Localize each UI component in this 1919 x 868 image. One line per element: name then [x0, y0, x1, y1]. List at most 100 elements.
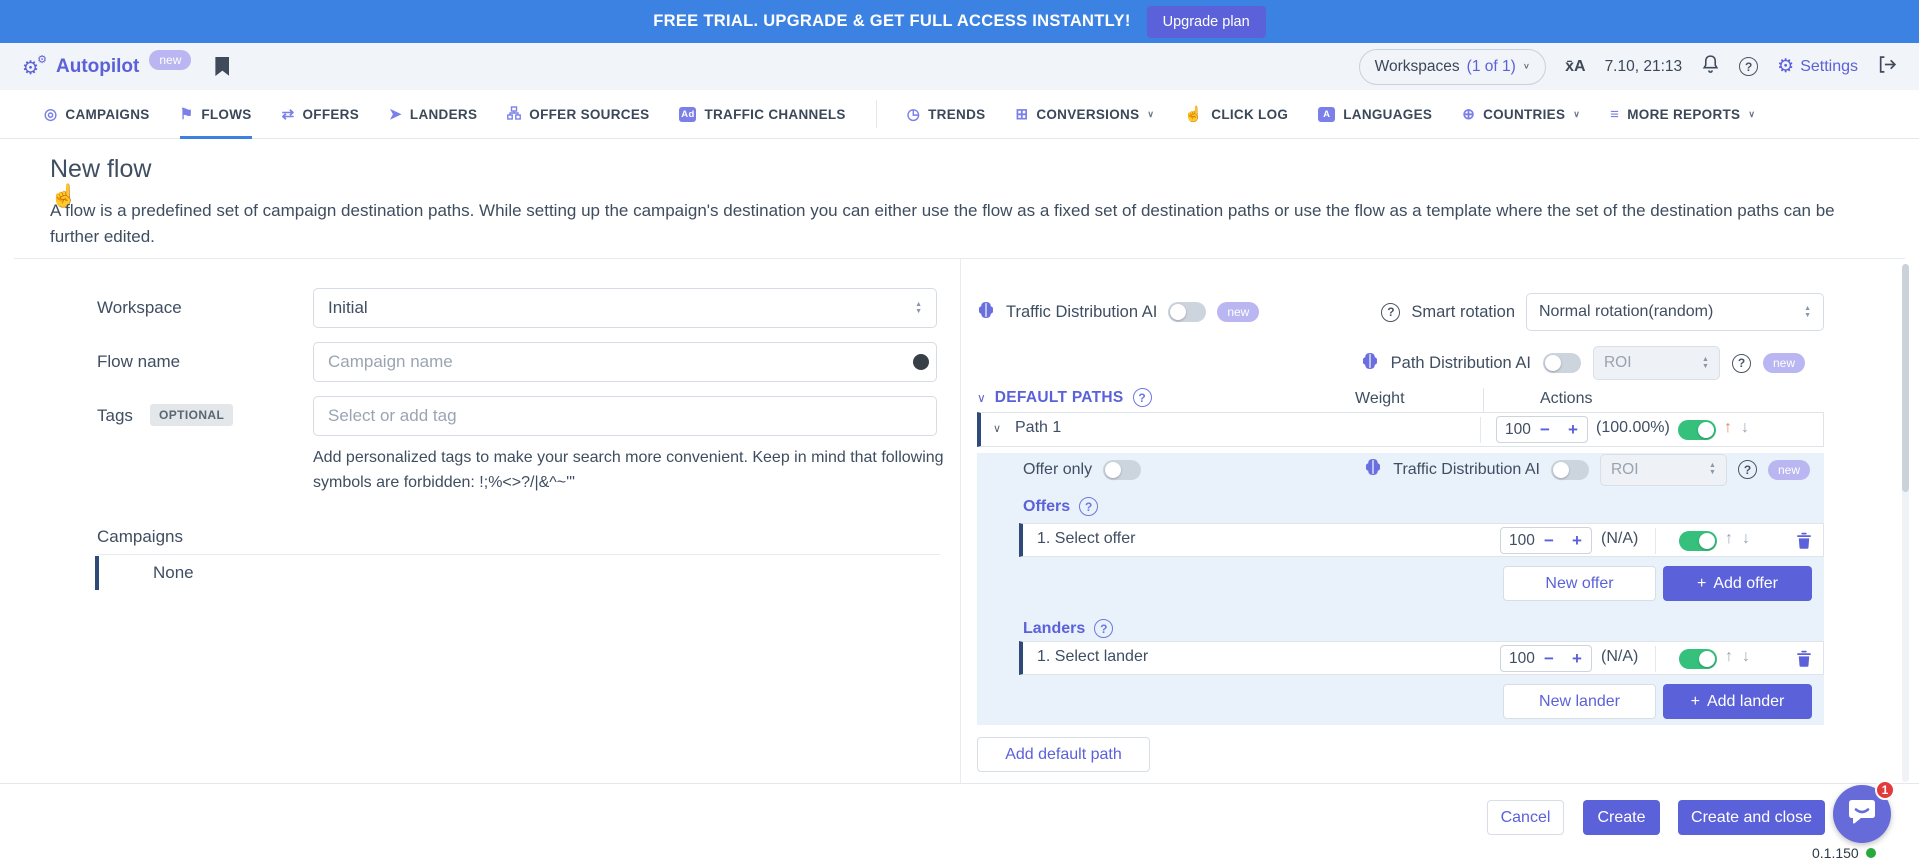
nav-languages[interactable]: A LANGUAGES	[1318, 90, 1432, 139]
main-nav: ◎ CAMPAIGNS ⚑ FLOWS ⇄ OFFERS ➤ LANDERS O…	[0, 90, 1919, 139]
trial-banner: FREE TRIAL. UPGRADE & GET FULL ACCESS IN…	[0, 0, 1919, 43]
lander-select[interactable]: 1. Select lander	[1037, 648, 1148, 666]
divider	[1655, 528, 1656, 554]
translate-icon[interactable]: x̄A	[1565, 58, 1585, 76]
move-up-icon[interactable]: ↑	[1724, 419, 1732, 437]
path-traffic-ai-metric-select[interactable]: ROI ▲▼	[1600, 454, 1727, 486]
offer-only-toggle[interactable]	[1103, 460, 1141, 480]
trial-banner-text: FREE TRIAL. UPGRADE & GET FULL ACCESS IN…	[653, 12, 1130, 31]
chevron-down-icon: ∨	[1523, 62, 1530, 71]
lander-weight-stepper[interactable]: 100 − +	[1500, 645, 1592, 672]
path-traffic-ai-toggle[interactable]	[1551, 460, 1589, 480]
nav-flows[interactable]: ⚑ FLOWS	[180, 90, 252, 139]
help-icon[interactable]: ?	[1739, 57, 1758, 76]
path-ai-toggle[interactable]	[1543, 353, 1581, 373]
traffic-ai-help-icon[interactable]: ?	[1738, 460, 1757, 479]
divider	[960, 258, 961, 783]
add-offer-button[interactable]: + Add offer	[1663, 566, 1812, 601]
new-lander-button[interactable]: New lander	[1503, 684, 1656, 719]
move-down-icon[interactable]: ↓	[1742, 530, 1750, 548]
list-icon: ≡	[1610, 107, 1619, 122]
add-lander-button[interactable]: + Add lander	[1663, 684, 1812, 719]
offer-enabled-toggle[interactable]	[1679, 531, 1717, 551]
traffic-ai-label: Traffic Distribution AI	[1006, 303, 1157, 322]
nav-campaigns[interactable]: ◎ CAMPAIGNS	[44, 90, 150, 139]
plus-icon[interactable]: +	[1559, 421, 1587, 438]
nav-trends[interactable]: ◷ TRENDS	[907, 90, 986, 139]
scrollbar-thumb[interactable]	[1902, 264, 1909, 492]
weight-value[interactable]: 100	[1501, 650, 1535, 668]
offer-weight-stepper[interactable]: 100 − +	[1500, 527, 1592, 554]
upgrade-plan-button[interactable]: Upgrade plan	[1147, 6, 1266, 38]
bookmark-icon[interactable]	[215, 57, 229, 76]
workspaces-count: (1 of 1)	[1467, 58, 1516, 76]
notifications-bell-icon[interactable]	[1701, 54, 1720, 79]
brand-autopilot[interactable]: Autopilot	[56, 56, 139, 78]
new-badge: new	[1768, 460, 1810, 480]
add-default-path-button[interactable]: Add default path	[977, 737, 1150, 772]
minus-icon[interactable]: −	[1535, 650, 1563, 667]
path-weight-stepper[interactable]: 100 − +	[1496, 416, 1588, 443]
workspaces-dropdown[interactable]: Workspaces (1 of 1) ∨	[1359, 49, 1546, 85]
landers-help-icon[interactable]: ?	[1094, 619, 1113, 638]
nav-offers[interactable]: ⇄ OFFERS	[282, 90, 359, 139]
nav-landers[interactable]: ➤ LANDERS	[389, 90, 477, 139]
traffic-ai-toggle[interactable]	[1168, 302, 1206, 322]
status-dot	[1866, 848, 1876, 858]
flow-color-dot[interactable]	[913, 354, 929, 370]
nav-conversions[interactable]: ⊞ CONVERSIONS ∨	[1015, 90, 1154, 139]
nav-click-log[interactable]: ☝ CLICK LOG	[1184, 90, 1288, 139]
nav-traffic-channels[interactable]: Ad TRAFFIC CHANNELS	[679, 90, 845, 139]
globe-icon: ⊕	[1462, 107, 1475, 122]
path-enabled-toggle[interactable]	[1678, 420, 1716, 440]
default-paths-title[interactable]: DEFAULT PATHS	[995, 389, 1124, 407]
settings-link[interactable]: ⚙ Settings	[1777, 55, 1858, 78]
nav-divider	[876, 100, 877, 128]
minus-icon[interactable]: −	[1531, 421, 1559, 438]
default-paths-header: ∨ DEFAULT PATHS ? Weight Actions	[977, 388, 1824, 414]
new-badge: new	[1763, 353, 1805, 373]
weight-value[interactable]: 100	[1501, 532, 1535, 550]
move-down-icon[interactable]: ↓	[1741, 419, 1749, 437]
cancel-button[interactable]: Cancel	[1487, 800, 1564, 835]
chevron-down-icon[interactable]: ∨	[993, 422, 1001, 435]
chevron-down-icon: ∨	[1147, 109, 1154, 120]
nav-countries[interactable]: ⊕ COUNTRIES ∨	[1462, 90, 1580, 139]
offers-help-icon[interactable]: ?	[1079, 497, 1098, 516]
plus-icon[interactable]: +	[1563, 532, 1591, 549]
weight-value[interactable]: 100	[1497, 421, 1531, 439]
move-up-icon[interactable]: ↑	[1725, 648, 1733, 666]
workspace-select[interactable]: Initial ▲▼	[313, 288, 937, 328]
logout-icon[interactable]	[1877, 55, 1897, 79]
weight-column-header: Weight	[1355, 390, 1405, 408]
plus-icon[interactable]: +	[1563, 650, 1591, 667]
move-up-icon[interactable]: ↑	[1725, 530, 1733, 548]
flow-name-input[interactable]	[313, 342, 937, 382]
path-name[interactable]: Path 1	[1015, 419, 1061, 437]
offer-select[interactable]: 1. Select offer	[1037, 530, 1135, 548]
tags-input[interactable]	[313, 396, 937, 436]
chevron-down-icon[interactable]: ∨	[977, 391, 986, 405]
nav-more-reports[interactable]: ≡ MORE REPORTS ∨	[1610, 90, 1755, 139]
tags-help-text: Add personalized tags to make your searc…	[313, 445, 949, 495]
lander-enabled-toggle[interactable]	[1679, 649, 1717, 669]
select-chevrons-icon: ▲▼	[1702, 357, 1709, 370]
default-paths-help-icon[interactable]: ?	[1133, 388, 1152, 407]
trash-icon[interactable]	[1796, 650, 1812, 672]
path-ai-help-icon[interactable]: ?	[1732, 354, 1751, 373]
path-ai-metric-select[interactable]: ROI ▲▼	[1593, 346, 1720, 380]
divider	[0, 783, 1919, 784]
nav-offer-sources[interactable]: OFFER SOURCES	[507, 90, 649, 139]
trash-icon[interactable]	[1796, 532, 1812, 554]
chat-notification-badge: 1	[1875, 780, 1895, 800]
workspaces-label: Workspaces	[1375, 58, 1460, 76]
smart-rotation-help-icon[interactable]: ?	[1381, 303, 1400, 322]
new-offer-button[interactable]: New offer	[1503, 566, 1656, 601]
smart-rotation-select[interactable]: Normal rotation(random) ▲▼	[1526, 293, 1824, 331]
create-and-close-button[interactable]: Create and close	[1678, 800, 1825, 835]
plus-icon: +	[1691, 693, 1700, 711]
move-down-icon[interactable]: ↓	[1742, 648, 1750, 666]
create-button[interactable]: Create	[1583, 800, 1660, 835]
actions-column-header: Actions	[1540, 390, 1592, 408]
minus-icon[interactable]: −	[1535, 532, 1563, 549]
